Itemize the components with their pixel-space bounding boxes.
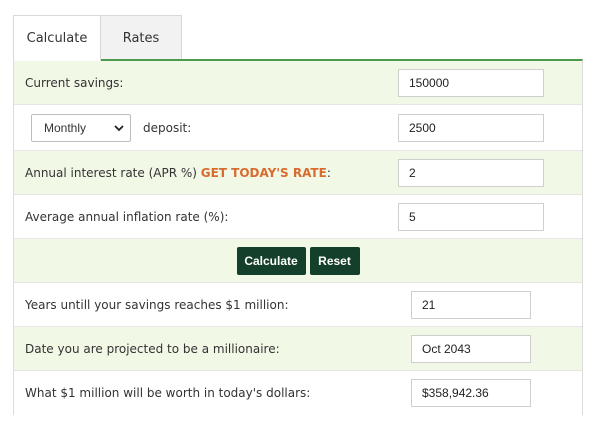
worth-result-row: What $1 million will be worth in today's… xyxy=(14,371,582,415)
interest-rate-label: Annual interest rate (APR %) GET TODAY'S… xyxy=(25,166,331,180)
date-result-label: Date you are projected to be a millionai… xyxy=(25,341,280,356)
inflation-rate-label: Average annual inflation rate (%): xyxy=(25,209,229,224)
interest-rate-label-colon: : xyxy=(326,165,331,180)
inflation-rate-input[interactable]: 5 xyxy=(398,203,544,231)
inflation-rate-row: Average annual inflation rate (%): 5 xyxy=(14,195,582,239)
calculator-panel: Current savings: 150000 Monthly deposit:… xyxy=(13,59,583,415)
years-result-label: Years untill your savings reaches $1 mil… xyxy=(25,297,289,312)
worth-result-field: $358,942.36 xyxy=(411,379,531,407)
worth-result-label: What $1 million will be worth in today's… xyxy=(25,386,311,400)
deposit-input[interactable]: 2500 xyxy=(398,114,544,142)
years-result-row: Years untill your savings reaches $1 mil… xyxy=(14,283,582,327)
button-group: Calculate Reset xyxy=(14,247,582,275)
years-result-field: 21 xyxy=(411,291,531,319)
get-todays-rate-link[interactable]: GET TODAY'S RATE xyxy=(201,166,327,180)
current-savings-row: Current savings: 150000 xyxy=(14,61,582,105)
current-savings-input[interactable]: 150000 xyxy=(398,69,544,97)
current-savings-label: Current savings: xyxy=(25,75,124,90)
reset-button[interactable]: Reset xyxy=(309,247,360,275)
deposit-frequency-select[interactable]: Monthly xyxy=(31,114,131,142)
date-result-row: Date you are projected to be a millionai… xyxy=(14,327,582,371)
button-row: Calculate Reset xyxy=(14,239,582,283)
chevron-down-icon xyxy=(114,125,124,132)
deposit-label: deposit: xyxy=(143,120,192,135)
deposit-frequency-value: Monthly xyxy=(44,121,87,135)
interest-rate-label-text: Annual interest rate (APR %) xyxy=(25,165,201,180)
interest-rate-row: Annual interest rate (APR %) GET TODAY'S… xyxy=(14,151,582,195)
date-result-field: Oct 2043 xyxy=(411,335,531,363)
calculate-button[interactable]: Calculate xyxy=(236,247,306,275)
interest-rate-input[interactable]: 2 xyxy=(398,159,544,187)
tab-bar: Calculate Rates xyxy=(13,15,583,61)
tab-rates[interactable]: Rates xyxy=(101,15,182,60)
deposit-row: Monthly deposit: 2500 xyxy=(14,105,582,151)
tab-calculate[interactable]: Calculate xyxy=(13,15,101,61)
